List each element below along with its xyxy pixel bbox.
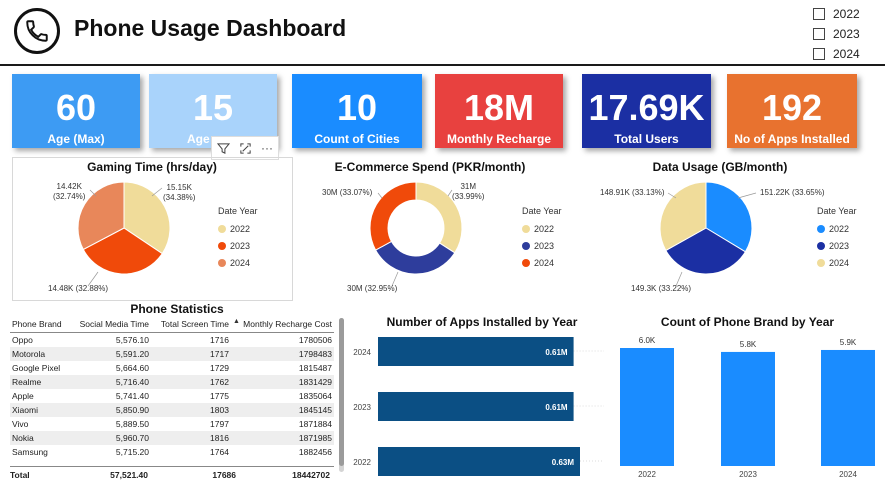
axis-tick-label: 2024 [839,470,857,479]
axis-tick-label: 2023 [739,470,757,479]
bar-2023[interactable] [721,351,775,466]
phone-brand-bar-chart: 6.0K 2022 5.8K 2023 5.9K 2024 [620,336,875,479]
data-label: 5.9K [840,338,857,347]
data-label: 6.0K [639,336,656,345]
bar-2024[interactable] [821,349,875,466]
axis-tick-label: 2022 [638,470,656,479]
data-label: 5.8K [740,340,757,349]
bar-2022[interactable] [620,348,674,466]
